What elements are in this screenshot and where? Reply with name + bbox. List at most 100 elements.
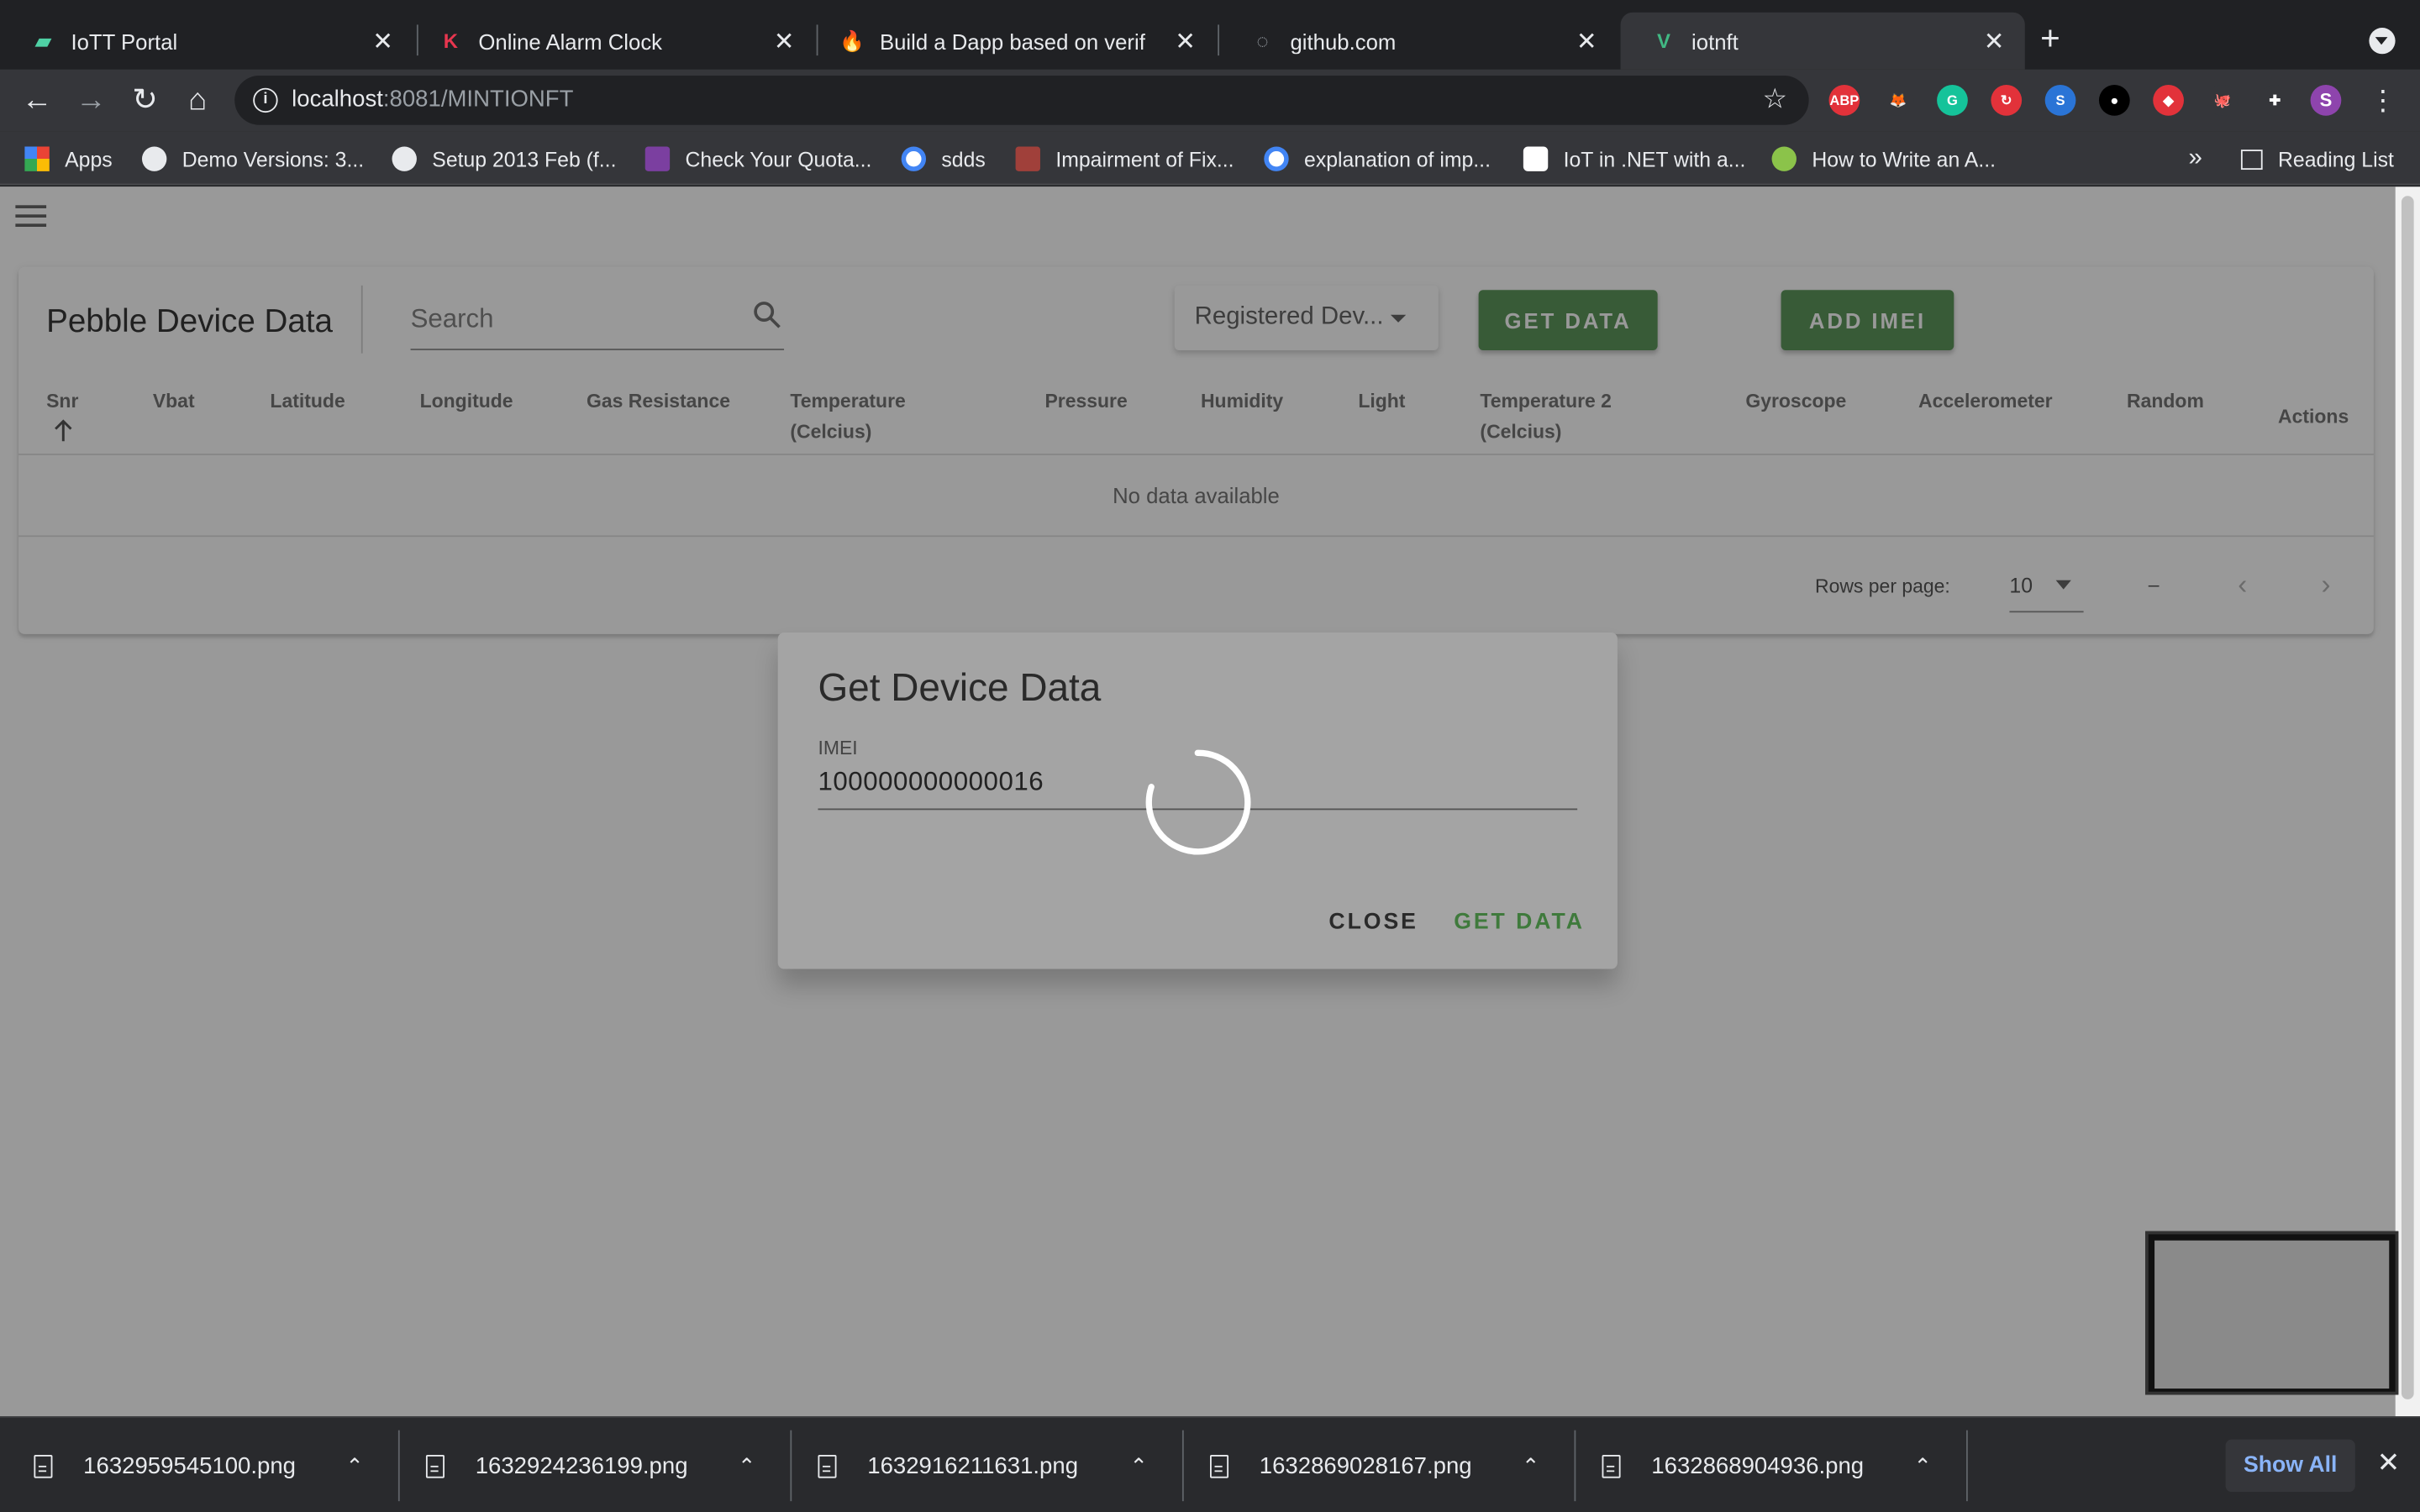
metamask-fox-icon[interactable]: 🦊 xyxy=(1882,85,1914,116)
extensions-puzzle-icon[interactable]: ✚ xyxy=(2259,85,2291,116)
grammarly-icon[interactable]: G xyxy=(1937,85,1968,116)
bookmark-impairment[interactable]: Impairment of Fix... xyxy=(1015,144,1234,175)
download-item[interactable]: 1632916211631.png ⌃ xyxy=(818,1418,1176,1512)
chevron-up-icon[interactable]: ⌃ xyxy=(345,1452,364,1478)
close-tab-icon[interactable]: ✕ xyxy=(371,25,395,56)
sync-icon[interactable]: ↻ xyxy=(1991,85,2023,116)
close-tab-icon[interactable]: ✕ xyxy=(1173,25,1197,56)
vue-icon: V xyxy=(1657,29,1670,53)
reading-list-button[interactable]: Reading List xyxy=(2240,144,2394,175)
iott-portal-icon: ▰ xyxy=(35,28,51,52)
chevron-up-icon[interactable]: ⌃ xyxy=(738,1452,756,1478)
tab-search-icon[interactable] xyxy=(2369,28,2396,55)
globe-icon xyxy=(141,146,167,171)
bookmark-label: How to Write an A... xyxy=(1812,147,1996,171)
reload-icon[interactable]: ↻ xyxy=(127,81,164,118)
close-tab-icon[interactable]: ✕ xyxy=(771,25,796,56)
tab-strip: ▰ IoTT Portal ✕ K Online Alarm Clock ✕ 🔥… xyxy=(0,0,2420,70)
download-item[interactable]: 1632869028167.png ⌃ xyxy=(1210,1418,1568,1512)
download-item[interactable]: 1632959545100.png ⌃ xyxy=(34,1418,392,1512)
bookmark-label: Setup 2013 Feb (f... xyxy=(432,147,617,171)
download-item[interactable]: 1632924236199.png ⌃ xyxy=(425,1418,784,1512)
tab-iotnft[interactable]: V iotnft ✕ xyxy=(1620,12,2025,70)
file-icon xyxy=(1602,1454,1621,1478)
forward-icon[interactable]: → xyxy=(72,81,109,118)
adblock-plus-icon[interactable]: ABP xyxy=(1828,85,1860,116)
close-downloads-icon[interactable]: ✕ xyxy=(2377,1447,2401,1480)
bookmark-iot-net[interactable]: IoT in .NET with a... xyxy=(1523,144,1746,175)
chrome-color-icon[interactable]: ● xyxy=(2098,85,2130,116)
apps-grid-icon xyxy=(24,146,50,171)
file-icon xyxy=(425,1454,445,1478)
dice-icon[interactable]: ◆ xyxy=(2153,85,2184,116)
home-icon[interactable]: ⌂ xyxy=(179,81,216,118)
tab-title: Build a Dapp based on verif xyxy=(879,28,1145,54)
download-item[interactable]: 1632868904936.png ⌃ xyxy=(1602,1418,1960,1512)
tab-build-dapp[interactable]: 🔥 Build a Dapp based on verif ✕ xyxy=(808,13,1216,70)
address-bar[interactable]: i localhost:8081/MINTIONFT ☆ xyxy=(234,76,1809,125)
alarm-clock-k-icon: K xyxy=(443,29,458,53)
bookmark-label: explanation of imp... xyxy=(1304,147,1491,171)
bookmark-label: Check Your Quota... xyxy=(685,147,872,171)
tab-title: IoTT Portal xyxy=(71,28,178,54)
file-icon xyxy=(818,1454,837,1478)
url-text: localhost:8081/MINTIONFT xyxy=(292,86,574,113)
close-button[interactable]: CLOSE xyxy=(1328,911,1418,935)
download-filename: 1632869028167.png xyxy=(1259,1452,1472,1479)
bookmark-star-icon[interactable]: ☆ xyxy=(1763,83,1788,116)
bookmark-setup-2013[interactable]: Setup 2013 Feb (f... xyxy=(392,144,617,175)
close-tab-icon[interactable]: ✕ xyxy=(1574,25,1598,56)
download-separator xyxy=(1966,1430,1968,1502)
scrollbar-thumb[interactable] xyxy=(2401,196,2414,1399)
bookmarks-overflow-icon[interactable]: » xyxy=(2188,144,2202,175)
loading-spinner-icon xyxy=(1145,749,1251,855)
bookmark-explanation[interactable]: explanation of imp... xyxy=(1264,144,1491,175)
chevron-up-icon[interactable]: ⌃ xyxy=(1522,1452,1540,1478)
tab-title: iotnft xyxy=(1691,28,1739,54)
circle-icon xyxy=(1771,146,1797,171)
bookmark-label: IoT in .NET with a... xyxy=(1563,147,1746,171)
profile-avatar[interactable]: S xyxy=(2310,85,2342,116)
download-filename: 1632868904936.png xyxy=(1651,1452,1865,1479)
menu-kebab-icon[interactable]: ⋮ xyxy=(2365,81,2402,118)
chevron-up-icon[interactable]: ⌃ xyxy=(1914,1452,1933,1478)
back-icon[interactable]: ← xyxy=(18,81,55,118)
s-extension-icon[interactable]: S xyxy=(2044,85,2076,116)
page-scrollbar[interactable] xyxy=(2395,186,2420,1417)
tab-title: github.com xyxy=(1290,28,1397,54)
new-tab-icon[interactable]: + xyxy=(2040,21,2060,55)
close-tab-icon[interactable]: ✕ xyxy=(1981,25,2006,56)
thumbnail-image xyxy=(2154,1240,2390,1389)
file-icon xyxy=(1210,1454,1229,1478)
bookmark-check-quota[interactable]: Check Your Quota... xyxy=(644,144,872,175)
bookmark-demo-versions[interactable]: Demo Versions: 3... xyxy=(141,144,365,175)
page-content: Pebble Device Data Search Registered Dev… xyxy=(0,186,2396,1417)
reading-list-label: Reading List xyxy=(2278,147,2394,171)
reading-list-icon xyxy=(2240,149,2263,170)
show-all-button[interactable]: Show All xyxy=(2225,1439,2355,1493)
bookmark-label: Apps xyxy=(65,147,113,171)
bookmark-sdds[interactable]: sdds xyxy=(901,144,986,175)
bookmark-label: Demo Versions: 3... xyxy=(182,147,365,171)
tab-github[interactable]: ◌ github.com ✕ xyxy=(1219,13,1618,70)
github-octocat-icon[interactable]: 🐙 xyxy=(2207,85,2238,116)
screenshot-preview-thumbnail[interactable] xyxy=(2145,1231,2399,1395)
imei-field[interactable]: 100000000000016 xyxy=(818,767,1044,798)
bookmark-how-to-write[interactable]: How to Write an A... xyxy=(1771,144,1996,175)
browser-toolbar: ← → ↻ ⌂ i localhost:8081/MINTIONFT ☆ ABP… xyxy=(0,69,2420,132)
dialog-get-data-button[interactable]: GET DATA xyxy=(1454,911,1585,935)
dialog-title: Get Device Data xyxy=(818,666,1102,710)
download-filename: 1632916211631.png xyxy=(867,1452,1079,1479)
tab-iott-portal[interactable]: ▰ IoTT Portal ✕ xyxy=(0,13,413,70)
download-separator xyxy=(790,1430,792,1502)
bookmark-apps[interactable]: Apps xyxy=(24,144,113,175)
chevron-up-icon[interactable]: ⌃ xyxy=(1129,1452,1148,1478)
site-info-icon[interactable]: i xyxy=(253,87,278,113)
loading-icon: ◌ xyxy=(1256,29,1269,53)
file-icon xyxy=(34,1454,53,1478)
download-separator xyxy=(1574,1430,1576,1502)
bookmarks-bar: Apps Demo Versions: 3... Setup 2013 Feb … xyxy=(0,131,2420,186)
download-filename: 1632959545100.png xyxy=(83,1452,297,1479)
bookmark-label: Impairment of Fix... xyxy=(1055,147,1234,171)
tab-online-alarm-clock[interactable]: K Online Alarm Clock ✕ xyxy=(408,13,815,70)
